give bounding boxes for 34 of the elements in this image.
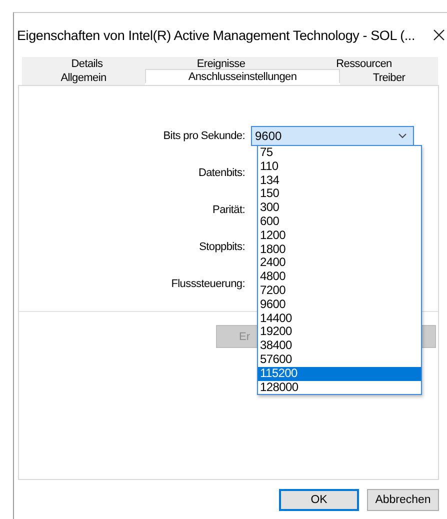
cancel-button[interactable]: Abbrechen xyxy=(367,489,439,511)
list-option[interactable]: 57600 xyxy=(258,352,421,367)
tab[interactable]: Allgemein xyxy=(22,71,145,85)
list-option[interactable]: 134 xyxy=(258,174,421,188)
list-option[interactable]: 14400 xyxy=(258,312,421,326)
tab[interactable]: Anschlusseinstellungen xyxy=(145,69,340,83)
list-option[interactable]: 1800 xyxy=(258,242,421,256)
list-option[interactable]: 2400 xyxy=(258,256,421,270)
list-option[interactable]: 38400 xyxy=(258,339,421,353)
list-option[interactable]: 19200 xyxy=(258,325,421,340)
list-option[interactable]: 1200 xyxy=(258,228,421,243)
field-label: Flusssteuerung: xyxy=(170,278,246,290)
list-option[interactable]: 150 xyxy=(258,187,421,202)
tab[interactable]: Ressourcen xyxy=(290,57,438,71)
list-option[interactable]: 110 xyxy=(258,160,421,174)
list-option[interactable]: 600 xyxy=(258,214,421,229)
list-option[interactable]: 115200 xyxy=(258,366,421,381)
list-option[interactable]: 7200 xyxy=(258,284,421,298)
tab[interactable]: Details xyxy=(22,57,152,71)
caret-icon xyxy=(398,132,407,138)
list-option[interactable]: 128000 xyxy=(258,380,421,394)
field-label: Parität: xyxy=(212,204,246,216)
field-label: Datenbits: xyxy=(197,166,246,178)
baud-rate-dropdown[interactable]: 9600 xyxy=(251,126,414,146)
list-option[interactable]: 4800 xyxy=(258,270,421,284)
list-option[interactable]: 300 xyxy=(258,201,421,215)
tab[interactable]: Treiber xyxy=(340,71,438,85)
close-icon[interactable] xyxy=(433,29,445,41)
ok-button[interactable]: OK xyxy=(279,489,359,511)
list-option[interactable]: 75 xyxy=(258,146,421,160)
window-title: Eigenschaften von Intel(R) Active Management Technology - SOL (... xyxy=(17,28,416,42)
field-label: Stoppbits: xyxy=(198,240,246,252)
field-label: Bits pro Sekunde: xyxy=(162,130,246,142)
list-option[interactable]: 9600 xyxy=(258,298,421,312)
